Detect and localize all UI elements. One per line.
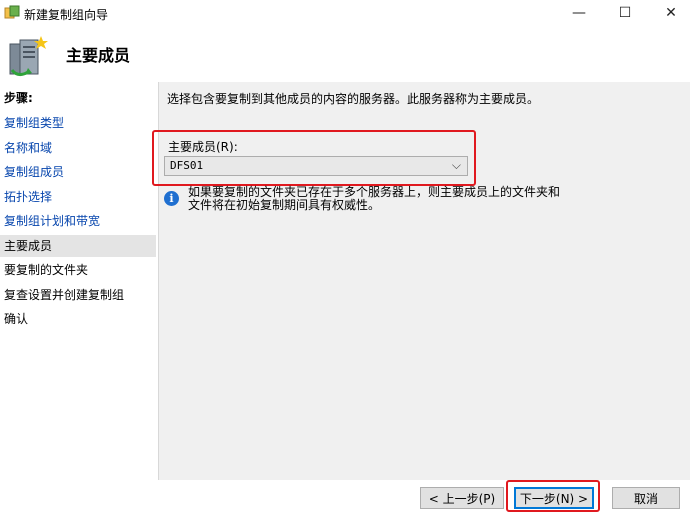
chevron-down-icon: ⌵ xyxy=(451,158,461,172)
window-title: 新建复制组向导 xyxy=(24,8,109,22)
steps-sidebar: 步骤: 复制组类型 名称和域 复制组成员 拓扑选择 复制组计划和带宽 主要成员 … xyxy=(0,82,158,516)
page-description: 选择包含要复制到其他成员的内容的服务器。此服务器称为主要成员。 xyxy=(167,92,540,106)
maximize-button[interactable]: ☐ xyxy=(602,0,648,26)
step-confirmation: 确认 xyxy=(4,312,29,326)
primary-member-label: 主要成员(R): xyxy=(168,140,238,154)
primary-member-dropdown[interactable]: DFS01 ⌵ xyxy=(164,156,468,176)
info-line-2: 文件将在初始复制期间具有权威性。 xyxy=(188,198,381,212)
wizard-app-icon xyxy=(4,5,20,19)
info-icon: i xyxy=(164,191,179,206)
steps-heading: 步骤: xyxy=(4,91,33,105)
step-group-members[interactable]: 复制组成员 xyxy=(0,161,156,183)
step-primary-member: 主要成员 xyxy=(0,235,156,257)
previous-button[interactable]: < 上一步(P) xyxy=(420,487,504,509)
cancel-button[interactable]: 取消 xyxy=(612,487,680,509)
step-schedule-bandwidth[interactable]: 复制组计划和带宽 xyxy=(0,210,156,232)
info-message: 如果要复制的文件夹已存在于多个服务器上，则主要成员上的文件夹和 文件将在初始复制… xyxy=(188,186,568,212)
page-title: 主要成员 xyxy=(66,46,131,65)
step-replication-group-type[interactable]: 复制组类型 xyxy=(0,112,156,134)
title-bar: 新建复制组向导 — ☐ ✕ xyxy=(0,0,692,26)
wizard-header: 主要成员 xyxy=(0,26,692,82)
step-name-and-domain[interactable]: 名称和域 xyxy=(0,137,156,159)
step-folders-to-replicate: 要复制的文件夹 xyxy=(4,263,89,277)
primary-member-value: DFS01 xyxy=(170,159,204,172)
close-button[interactable]: ✕ xyxy=(648,0,692,26)
next-highlight-box xyxy=(506,480,600,512)
step-review-settings: 复查设置并创建复制组 xyxy=(4,288,125,302)
server-wizard-icon xyxy=(9,36,48,77)
step-topology[interactable]: 拓扑选择 xyxy=(0,186,156,208)
button-bar: < 上一步(P) 下一步(N) > 取消 xyxy=(158,480,692,516)
minimize-button[interactable]: — xyxy=(556,0,602,26)
